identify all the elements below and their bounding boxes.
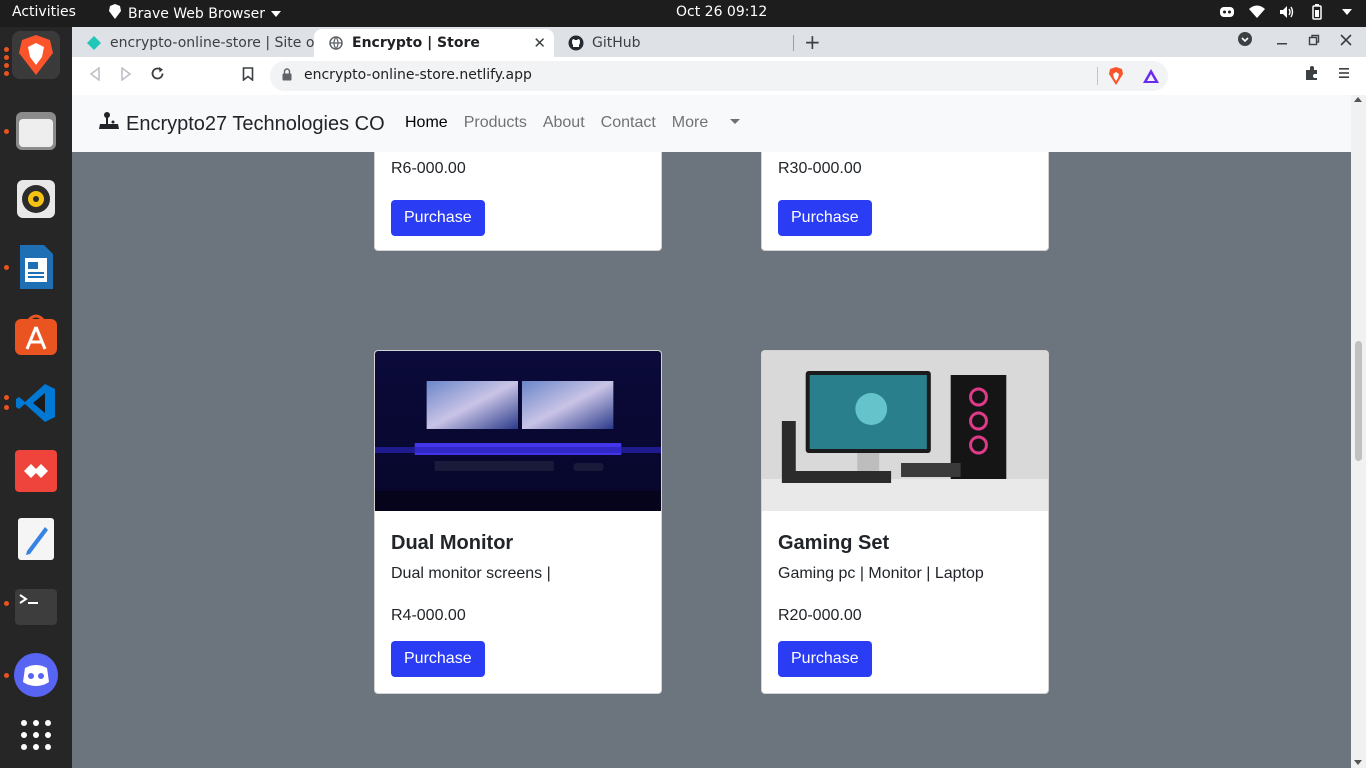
card-price: R30-000.00 bbox=[778, 160, 862, 177]
tab-encrypto-store[interactable]: Encrypto | Store ✕ bbox=[314, 29, 554, 57]
back-button[interactable] bbox=[88, 66, 102, 86]
site-navbar: Encrypto27 Technologies CO Home Products… bbox=[72, 95, 1351, 152]
vscode-icon[interactable] bbox=[12, 379, 60, 427]
activities-button[interactable]: Activities bbox=[12, 4, 76, 20]
navbar-brand[interactable]: Encrypto27 Technologies CO bbox=[98, 111, 385, 137]
app-center-icon[interactable] bbox=[12, 311, 60, 359]
purchase-button[interactable]: Purchase bbox=[778, 641, 872, 677]
browser-window: encrypto-online-store | Site ov Encrypto… bbox=[72, 27, 1366, 768]
netlify-icon bbox=[86, 35, 102, 51]
battery-icon[interactable] bbox=[1308, 3, 1326, 21]
address-bar[interactable]: encrypto-online-store.netlify.app bbox=[270, 61, 1168, 91]
purchase-button[interactable]: Purchase bbox=[778, 200, 872, 236]
forward-button[interactable] bbox=[119, 66, 133, 86]
brave-browser-icon[interactable] bbox=[12, 31, 60, 79]
card-title: Gaming Set bbox=[778, 532, 890, 554]
new-tab-button[interactable]: + bbox=[804, 30, 821, 54]
extensions-icon[interactable] bbox=[1304, 65, 1320, 85]
scroll-down-arrow-icon[interactable] bbox=[1354, 760, 1362, 765]
card-title: Dual Monitor bbox=[391, 532, 514, 554]
chevron-down-icon bbox=[271, 10, 281, 17]
tab-label: encrypto-online-store | Site ov bbox=[110, 35, 314, 51]
omnibox-divider bbox=[1097, 67, 1098, 85]
nav-home[interactable]: Home bbox=[405, 114, 448, 132]
wifi-icon[interactable] bbox=[1248, 3, 1266, 21]
brand-text: Encrypto27 Technologies CO bbox=[126, 112, 385, 135]
close-window-button[interactable] bbox=[1340, 32, 1352, 50]
tab-close-icon[interactable]: ✕ bbox=[533, 34, 546, 52]
tab-divider bbox=[793, 35, 794, 51]
maximize-button[interactable] bbox=[1308, 32, 1320, 50]
tab-netlify[interactable]: encrypto-online-store | Site ov bbox=[72, 29, 314, 57]
browser-menu-icon[interactable] bbox=[1338, 65, 1350, 84]
clock[interactable]: Oct 26 09:12 bbox=[676, 4, 767, 20]
purchase-button[interactable]: Purchase bbox=[391, 641, 485, 677]
card-description: Gaming pc | Monitor | Laptop bbox=[778, 565, 984, 582]
system-tray[interactable] bbox=[1218, 3, 1356, 21]
tab-strip: encrypto-online-store | Site ov Encrypto… bbox=[72, 27, 1366, 57]
product-card-gaming-set: Gaming Set Gaming pc | Monitor | Laptop … bbox=[761, 350, 1049, 694]
page-scrollbar[interactable] bbox=[1351, 95, 1366, 768]
brave-shields-icon[interactable] bbox=[1108, 67, 1124, 89]
rhythmbox-icon[interactable] bbox=[12, 175, 60, 223]
system-top-bar: Activities Brave Web Browser Oct 26 09:1… bbox=[0, 0, 1366, 27]
nav-about[interactable]: About bbox=[543, 114, 585, 132]
dual-monitor-image bbox=[375, 351, 661, 511]
bookmark-icon[interactable] bbox=[242, 66, 254, 86]
nav-contact[interactable]: Contact bbox=[601, 114, 656, 132]
card-price: R6-000.00 bbox=[391, 160, 466, 177]
app-menu[interactable]: Brave Web Browser bbox=[108, 4, 281, 23]
purchase-button[interactable]: Purchase bbox=[391, 200, 485, 236]
brave-rewards-icon[interactable] bbox=[1142, 68, 1160, 88]
nav-products[interactable]: Products bbox=[464, 114, 527, 132]
url-text[interactable]: encrypto-online-store.netlify.app bbox=[304, 67, 532, 83]
dock bbox=[0, 27, 72, 768]
brave-small-icon bbox=[108, 4, 122, 23]
reload-button[interactable] bbox=[150, 66, 165, 86]
show-apps-icon[interactable] bbox=[12, 711, 60, 759]
anydesk-icon[interactable] bbox=[12, 447, 60, 495]
tab-label: GitHub bbox=[592, 35, 641, 51]
github-icon bbox=[568, 35, 584, 51]
files-icon[interactable] bbox=[12, 107, 60, 155]
gaming-set-image bbox=[762, 351, 1048, 511]
tab-search-icon[interactable] bbox=[1238, 32, 1252, 50]
lock-icon[interactable] bbox=[282, 68, 292, 84]
app-menu-label: Brave Web Browser bbox=[128, 5, 265, 22]
card-description: Dual monitor screens | bbox=[391, 565, 551, 582]
discord-tray-icon[interactable] bbox=[1218, 3, 1236, 21]
tab-label: Encrypto | Store bbox=[352, 35, 480, 51]
text-editor-icon[interactable] bbox=[12, 515, 60, 563]
nav-more-dropdown[interactable]: More bbox=[671, 114, 741, 132]
discord-icon[interactable] bbox=[12, 651, 60, 699]
scroll-up-arrow-icon[interactable] bbox=[1354, 97, 1362, 102]
globe-icon bbox=[328, 35, 344, 51]
power-menu-icon[interactable] bbox=[1338, 3, 1356, 21]
card-price: R4-000.00 bbox=[391, 607, 466, 624]
libreoffice-writer-icon[interactable] bbox=[12, 243, 60, 291]
minimize-button[interactable] bbox=[1276, 32, 1288, 50]
nav-more-label: More bbox=[671, 114, 709, 131]
tab-github[interactable]: GitHub bbox=[554, 29, 794, 57]
card-price: R20-000.00 bbox=[778, 607, 862, 624]
web-page: Encrypto27 Technologies CO Home Products… bbox=[72, 95, 1351, 768]
nav-links: Home Products About Contact More bbox=[405, 114, 756, 132]
browser-toolbar: encrypto-online-store.netlify.app bbox=[72, 57, 1366, 95]
scroll-thumb[interactable] bbox=[1355, 341, 1362, 461]
product-card-dual-monitor: Dual Monitor Dual monitor screens | R4-0… bbox=[374, 350, 662, 694]
caret-down-icon bbox=[730, 119, 741, 124]
terminal-icon[interactable] bbox=[12, 583, 60, 631]
volume-icon[interactable] bbox=[1278, 3, 1296, 21]
joystick-icon bbox=[98, 111, 120, 137]
